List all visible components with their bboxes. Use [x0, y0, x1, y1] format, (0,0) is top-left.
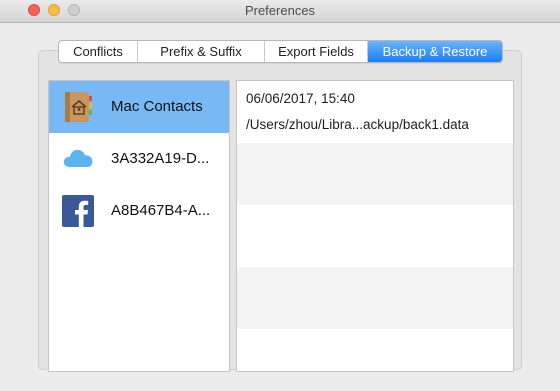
icloud-icon: [63, 149, 93, 167]
source-label: 3A332A19-D...: [111, 150, 210, 167]
facebook-icon: [62, 195, 94, 227]
tab-bar: Conflicts Prefix & Suffix Export Fields …: [58, 40, 503, 63]
source-item-facebook[interactable]: A8B467B4-A...: [49, 185, 229, 237]
empty-row: [237, 143, 513, 205]
source-label: Mac Contacts: [111, 98, 203, 115]
backup-list: 06/06/2017, 15:40 /Users/zhou/Libra...ac…: [236, 80, 514, 372]
contacts-app-icon: [65, 92, 92, 122]
tab-conflicts[interactable]: Conflicts: [59, 41, 138, 62]
empty-row: [237, 329, 513, 391]
title-bar: Preferences: [0, 0, 560, 23]
source-item-icloud[interactable]: 3A332A19-D...: [49, 133, 229, 185]
backup-date: 06/06/2017, 15:40: [246, 91, 355, 106]
empty-row: [237, 267, 513, 329]
backup-row[interactable]: 06/06/2017, 15:40 /Users/zhou/Libra...ac…: [237, 81, 513, 143]
source-list: Mac Contacts 3A332A19-D... A8B467B4-A...: [48, 80, 230, 372]
tab-export-fields[interactable]: Export Fields: [265, 41, 368, 62]
source-label: A8B467B4-A...: [111, 202, 211, 219]
backup-path: /Users/zhou/Libra...ackup/back1.data: [246, 117, 469, 132]
window-title: Preferences: [244, 3, 316, 18]
tab-backup-restore[interactable]: Backup & Restore: [368, 41, 502, 62]
source-item-mac-contacts[interactable]: Mac Contacts: [49, 81, 229, 133]
tab-prefix-suffix[interactable]: Prefix & Suffix: [138, 41, 265, 62]
empty-row: [237, 205, 513, 267]
